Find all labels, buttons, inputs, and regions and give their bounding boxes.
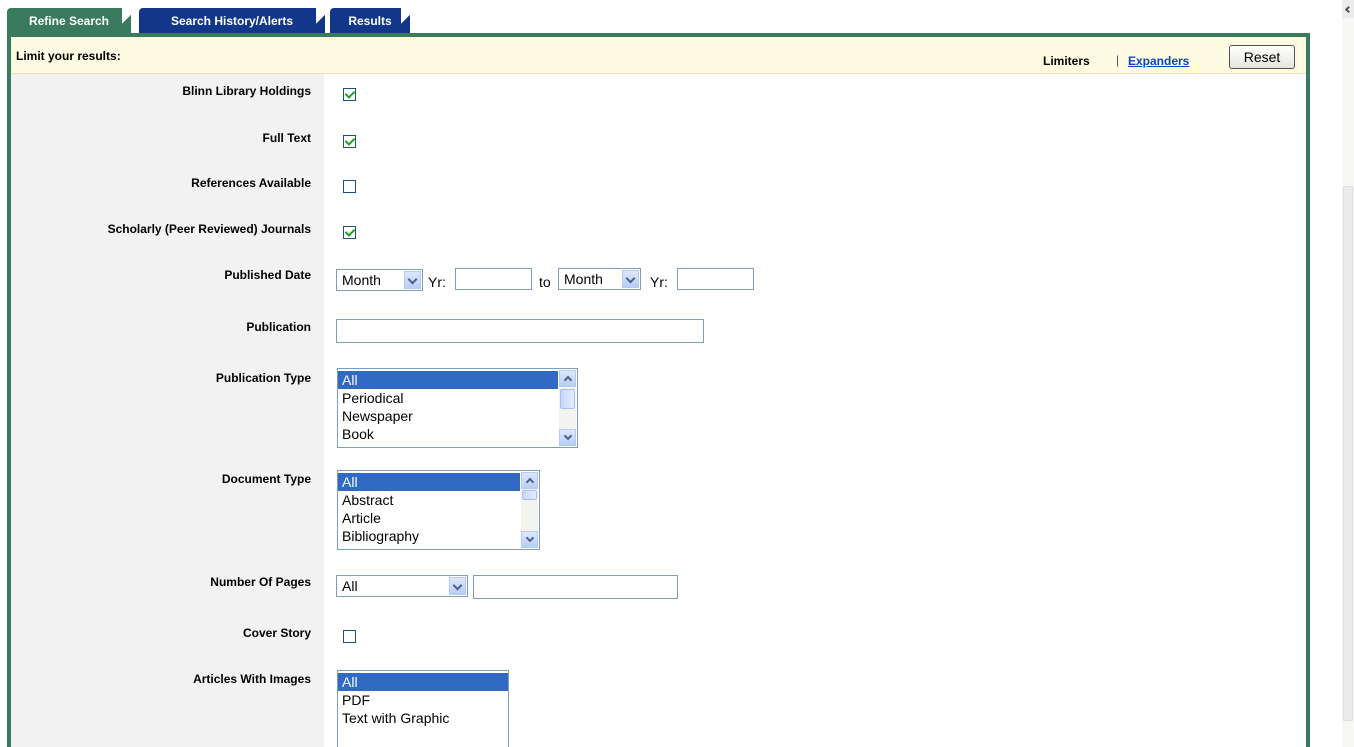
- publication-label: Publication: [246, 320, 311, 334]
- number-of-pages-select[interactable]: All: [336, 575, 468, 597]
- separator: |: [1116, 53, 1120, 67]
- expanders-link[interactable]: Expanders: [1128, 54, 1189, 68]
- reset-button[interactable]: Reset: [1229, 45, 1295, 69]
- articles-with-images-listbox[interactable]: All PDF Text with Graphic: [337, 670, 509, 747]
- tab-search-history-alerts[interactable]: Search History/Alerts: [139, 8, 326, 33]
- full-text-label: Full Text: [262, 131, 311, 145]
- blinn-library-holdings-label: Blinn Library Holdings: [182, 84, 311, 98]
- publication-input[interactable]: [336, 319, 704, 343]
- references-available-checkbox[interactable]: [343, 180, 356, 193]
- scroll-up-icon[interactable]: [559, 370, 576, 387]
- cover-story-checkbox[interactable]: [343, 630, 356, 643]
- refine-search-panel: Limit your results: Limiters | Expanders…: [7, 33, 1310, 747]
- publication-type-scrollbar[interactable]: [559, 370, 576, 446]
- published-date-from-month-select[interactable]: Month: [336, 269, 423, 291]
- document-type-scrollbar[interactable]: [521, 472, 538, 548]
- articles-with-images-option[interactable]: Text with Graphic: [338, 709, 508, 727]
- document-type-label: Document Type: [221, 472, 311, 486]
- chevron-down-icon: [404, 271, 421, 289]
- published-date-from-year-input[interactable]: [455, 268, 532, 290]
- publication-type-label: Publication Type: [215, 371, 311, 385]
- scroll-down-icon[interactable]: [521, 531, 538, 548]
- number-of-pages-value: All: [342, 578, 358, 594]
- page-scrollbar-thumb[interactable]: [1343, 186, 1353, 721]
- document-type-listbox[interactable]: All Abstract Article Bibliography: [337, 470, 540, 550]
- page-scrollbar[interactable]: [1342, 0, 1354, 747]
- scroll-up-icon[interactable]: [1342, 0, 1354, 18]
- published-date-to-year-input[interactable]: [677, 268, 754, 290]
- scholarly-journals-label: Scholarly (Peer Reviewed) Journals: [107, 222, 311, 236]
- limit-results-heading: Limit your results:: [16, 49, 121, 63]
- publication-type-option[interactable]: Newspaper: [338, 407, 558, 425]
- publication-type-listbox[interactable]: All Periodical Newspaper Book: [337, 368, 578, 448]
- date-to-label: to: [539, 274, 551, 290]
- label-column: [11, 74, 324, 747]
- document-type-option[interactable]: Bibliography: [338, 527, 520, 545]
- number-of-pages-input[interactable]: [473, 575, 678, 599]
- limiters-label: Limiters: [1043, 54, 1090, 68]
- tab-refine-search[interactable]: Refine Search: [7, 8, 132, 33]
- full-text-checkbox[interactable]: [343, 135, 356, 148]
- tab-results[interactable]: Results: [330, 8, 411, 33]
- to-year-label: Yr:: [650, 274, 668, 290]
- scroll-up-icon[interactable]: [521, 472, 538, 489]
- cover-story-label: Cover Story: [242, 626, 311, 640]
- chevron-down-icon: [449, 577, 466, 595]
- document-type-option[interactable]: All: [338, 473, 520, 491]
- from-year-label: Yr:: [428, 274, 446, 290]
- from-month-value: Month: [342, 272, 381, 288]
- blinn-library-holdings-checkbox[interactable]: [343, 88, 356, 101]
- publication-type-option[interactable]: All: [338, 371, 558, 389]
- publication-type-option[interactable]: Periodical: [338, 389, 558, 407]
- tab-refine-search-label: Refine Search: [28, 14, 110, 28]
- scrollbar-thumb[interactable]: [522, 490, 537, 500]
- publication-type-option[interactable]: Book: [338, 425, 558, 443]
- articles-with-images-option[interactable]: All: [338, 673, 508, 691]
- references-available-label: References Available: [191, 176, 311, 190]
- panel-header: Limit your results: Limiters | Expanders…: [11, 37, 1306, 74]
- document-type-option[interactable]: Article: [338, 509, 520, 527]
- published-date-label: Published Date: [224, 268, 311, 282]
- to-month-value: Month: [564, 271, 603, 287]
- scrollbar-thumb[interactable]: [560, 389, 575, 409]
- number-of-pages-label: Number Of Pages: [210, 575, 311, 589]
- scholarly-journals-checkbox[interactable]: [343, 226, 356, 239]
- published-date-to-month-select[interactable]: Month: [558, 268, 641, 290]
- articles-with-images-label: Articles With Images: [193, 672, 311, 686]
- chevron-down-icon: [622, 270, 639, 288]
- document-type-option[interactable]: Abstract: [338, 491, 520, 509]
- tab-search-history-label: Search History/Alerts: [170, 14, 294, 28]
- articles-with-images-option[interactable]: PDF: [338, 691, 508, 709]
- scroll-down-icon[interactable]: [559, 429, 576, 446]
- tab-results-label: Results: [348, 14, 392, 28]
